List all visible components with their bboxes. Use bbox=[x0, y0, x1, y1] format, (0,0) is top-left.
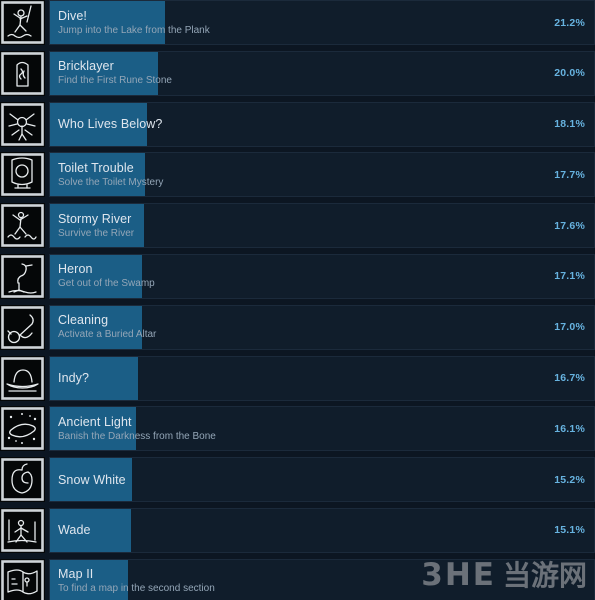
achievement-card[interactable]: Bricklayer Find the First Rune Stone 20.0% bbox=[49, 50, 595, 96]
achievement-description: To find a map in the second section bbox=[58, 583, 215, 595]
achievement-name: Wade bbox=[58, 523, 91, 538]
achievement-name: Cleaning bbox=[58, 313, 109, 328]
achievement-row[interactable]: Ancient Light Banish the Darkness from th… bbox=[0, 406, 595, 452]
achievement-row[interactable]: Snow White 15.2% bbox=[0, 457, 595, 503]
achievement-percent: 15.2% bbox=[554, 473, 585, 486]
achievement-name: Snow White bbox=[58, 472, 126, 487]
achievement-percent: 15.1% bbox=[554, 524, 585, 537]
falling-figure-icon bbox=[0, 0, 45, 45]
achievement-card[interactable]: Heron Get out of the Swamp 17.1% bbox=[49, 253, 595, 299]
achievement-name: Stormy River bbox=[58, 211, 132, 226]
achievements-page: Dive! Jump into the Lake from the Plank 21… bbox=[0, 0, 595, 600]
achievement-card[interactable]: Wade 15.1% bbox=[49, 507, 595, 553]
achievement-card[interactable]: Who Lives Below? 18.1% bbox=[49, 101, 595, 147]
achievement-text: Stormy River Survive the River bbox=[58, 204, 594, 247]
achievement-name: Map II bbox=[58, 567, 94, 582]
achievement-percent: 17.7% bbox=[554, 168, 585, 181]
achievement-name: Bricklayer bbox=[58, 59, 114, 74]
heron-bird-icon bbox=[0, 253, 45, 299]
glowing-ring-icon bbox=[0, 406, 45, 452]
achievement-percent: 16.1% bbox=[554, 422, 585, 435]
achievement-description: Find the First Rune Stone bbox=[58, 75, 172, 87]
achievement-description: Get out of the Swamp bbox=[58, 278, 155, 290]
achievement-percent: 20.0% bbox=[554, 67, 585, 80]
achievement-description: Banish the Darkness from the Bone bbox=[58, 430, 216, 442]
achievement-card[interactable]: Toilet Trouble Solve the Toilet Mystery 17… bbox=[49, 152, 595, 198]
fedora-hat-icon bbox=[0, 355, 45, 401]
achievement-percent: 17.1% bbox=[554, 270, 585, 283]
achievement-percent: 21.2% bbox=[554, 16, 585, 29]
achievement-row[interactable]: Cleaning Activate a Buried Altar 17.0% bbox=[0, 304, 595, 350]
achievement-percent: 18.1% bbox=[554, 118, 585, 131]
broom-brush-icon bbox=[0, 304, 45, 350]
creature-icon bbox=[0, 101, 45, 147]
achievement-text: Wade bbox=[58, 509, 594, 552]
achievement-row[interactable]: Heron Get out of the Swamp 17.1% bbox=[0, 253, 595, 299]
achievement-text: Indy? bbox=[58, 357, 594, 400]
achievement-name: Dive! bbox=[58, 8, 87, 23]
achievement-row[interactable]: Map II To find a map in the second sectio… bbox=[0, 558, 595, 600]
achievement-text: Map II To find a map in the second sectio… bbox=[58, 560, 594, 600]
achievement-name: Ancient Light bbox=[58, 414, 132, 429]
achievement-name: Toilet Trouble bbox=[58, 160, 134, 175]
achievement-row[interactable]: Wade 15.1% bbox=[0, 507, 595, 553]
folded-map-icon bbox=[0, 558, 45, 600]
achievement-description: Activate a Buried Altar bbox=[58, 329, 157, 341]
bitten-apple-icon bbox=[0, 457, 45, 503]
achievement-row[interactable]: Indy? 16.7% bbox=[0, 355, 595, 401]
achievement-card[interactable]: Map II To find a map in the second sectio… bbox=[49, 558, 595, 600]
achievement-card[interactable]: Dive! Jump into the Lake from the Plank 21… bbox=[49, 0, 595, 45]
achievement-row[interactable]: Dive! Jump into the Lake from the Plank 21… bbox=[0, 0, 595, 45]
swimmer-waves-icon bbox=[0, 203, 45, 249]
achievement-percent: 17.0% bbox=[554, 321, 585, 334]
achievement-text: Ancient Light Banish the Darkness from th… bbox=[58, 407, 594, 450]
achievement-text: Who Lives Below? bbox=[58, 103, 594, 146]
achievement-text: Bricklayer Find the First Rune Stone bbox=[58, 52, 594, 95]
achievement-row[interactable]: Toilet Trouble Solve the Toilet Mystery 17… bbox=[0, 152, 595, 198]
achievement-card[interactable]: Ancient Light Banish the Darkness from th… bbox=[49, 406, 595, 452]
achievement-list[interactable]: Dive! Jump into the Lake from the Plank 21… bbox=[0, 0, 595, 600]
achievement-description: Solve the Toilet Mystery bbox=[58, 176, 164, 188]
achievement-text: Dive! Jump into the Lake from the Plank bbox=[58, 1, 594, 44]
achievement-card[interactable]: Snow White 15.2% bbox=[49, 457, 595, 503]
achievement-text: Snow White bbox=[58, 458, 594, 501]
achievement-row[interactable]: Stormy River Survive the River 17.6% bbox=[0, 203, 595, 249]
achievement-row[interactable]: Bricklayer Find the First Rune Stone 20.0% bbox=[0, 50, 595, 96]
achievement-name: Indy? bbox=[58, 371, 90, 386]
achievement-card[interactable]: Cleaning Activate a Buried Altar 17.0% bbox=[49, 304, 595, 350]
achievement-text: Cleaning Activate a Buried Altar bbox=[58, 306, 594, 349]
achievement-name: Heron bbox=[58, 262, 93, 277]
achievement-row[interactable]: Who Lives Below? 18.1% bbox=[0, 101, 595, 147]
achievement-name: Who Lives Below? bbox=[58, 117, 163, 132]
rune-stone-icon bbox=[0, 50, 45, 96]
achievement-percent: 16.7% bbox=[554, 372, 585, 385]
achievement-text: Toilet Trouble Solve the Toilet Mystery bbox=[58, 153, 594, 196]
achievement-text: Heron Get out of the Swamp bbox=[58, 255, 594, 298]
wading-figure-icon bbox=[0, 507, 45, 553]
achievement-card[interactable]: Stormy River Survive the River 17.6% bbox=[49, 203, 595, 249]
achievement-description: Survive the River bbox=[58, 227, 135, 239]
achievement-card[interactable]: Indy? 16.7% bbox=[49, 355, 595, 401]
achievement-description: Jump into the Lake from the Plank bbox=[58, 24, 210, 36]
achievement-percent: 17.6% bbox=[554, 219, 585, 232]
toilet-icon bbox=[0, 152, 45, 198]
